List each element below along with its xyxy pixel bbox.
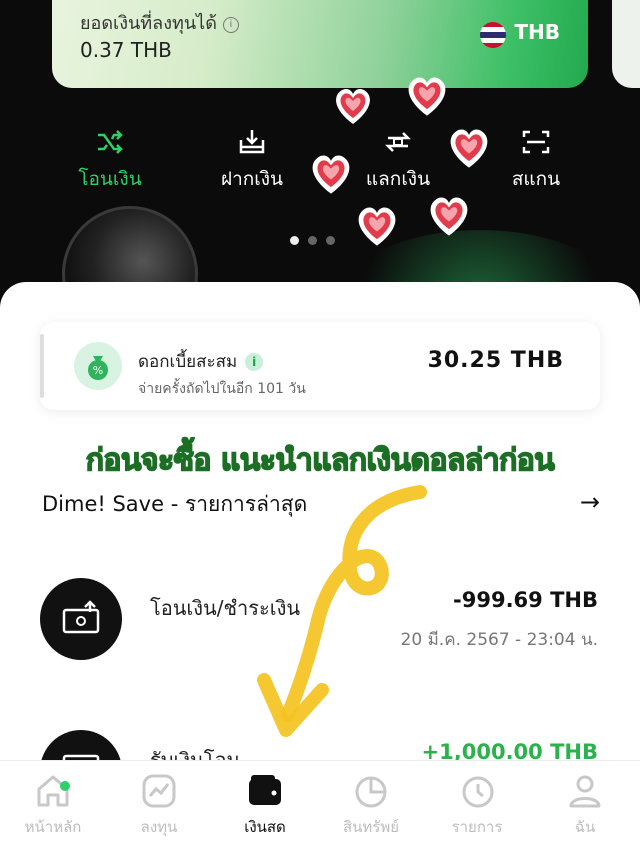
dot-2[interactable] [308,236,317,245]
card-accent-bar [40,334,44,398]
nav-profile-label: ฉัน [574,818,596,836]
currency-code[interactable]: THB [514,20,560,44]
balance-label-text: ยอดเงินที่ลงทุนได้ [80,13,217,34]
scan-icon [522,130,550,154]
carousel-dots[interactable] [290,230,344,249]
home-icon [37,775,69,807]
heart-sticker-icon [312,155,350,194]
action-scan-label: สแกน [511,168,561,190]
annotation-arrow-icon [257,485,427,737]
action-exchange[interactable]: แลกเงิน [343,128,453,194]
dot-1[interactable] [290,236,299,245]
arrow-right-icon[interactable]: → [580,488,600,516]
nav-assets-label: สินทรัพย์ [342,818,400,836]
action-deposit-label: ฝากเงิน [220,168,284,190]
info-icon[interactable]: i [222,17,239,33]
balance-card[interactable]: ยอดเงินที่ลงทุนได้ i 0.37 THB THB [52,0,588,88]
history-icon [462,776,494,808]
nav-invest-label: ลงทุน [140,818,178,836]
interest-title: ดอกเบี้ยสะสม i [138,348,264,375]
overlay-caption: ก่อนจะซื้อ แนะนำแลกเงินดอลล่าก่อน [85,442,556,479]
transfer-out-icon [40,578,122,660]
balance-amount: 0.37 THB [80,38,172,62]
bottom-nav: หน้าหลัก ลงทุน เงินสด สินทรัพย์ รายการ ฉ… [0,760,640,854]
heart-sticker-icon [358,207,396,246]
balance-label: ยอดเงินที่ลงทุนได้ i [80,8,239,37]
thai-flag-icon [480,22,506,48]
transaction-date: 20 มี.ค. 2567 - 23:04 น. [400,630,598,650]
money-bag-icon: % [74,342,122,390]
accrued-interest-card[interactable]: % ดอกเบี้ยสะสม i จ่ายครั้งถัดไปในอีก 101 … [40,322,600,410]
next-card-peek[interactable] [612,0,640,88]
action-exchange-label: แลกเงิน [365,168,431,190]
svg-text:%: % [93,364,103,377]
shuffle-icon [98,130,123,154]
wallet-icon [249,775,281,805]
nav-history[interactable]: รายการ [424,771,530,839]
dot-3[interactable] [326,236,335,245]
heart-sticker-icon [430,197,468,236]
action-transfer-label: โอนเงิน [78,168,142,190]
transaction-amount: -999.69 THB [453,588,598,612]
interest-title-text: ดอกเบี้ยสะสม [138,352,238,372]
exchange-icon [384,132,412,152]
assets-icon [355,776,387,808]
heart-sticker-icon [450,129,488,168]
nav-home-label: หน้าหลัก [24,818,82,836]
interest-amount: 30.25 THB [427,348,564,373]
nav-invest[interactable]: ลงทุน [106,771,212,839]
deposit-icon [239,130,265,154]
action-scan[interactable]: สแกน [481,128,591,194]
nav-profile[interactable]: ฉัน [532,771,638,839]
invest-icon [142,774,176,808]
nav-assets[interactable]: สินทรัพย์ [318,771,424,839]
nav-cash-label: เงินสด [244,818,286,836]
notification-dot [60,781,70,791]
action-deposit[interactable]: ฝากเงิน [197,128,307,194]
nav-history-label: รายการ [451,818,503,836]
heart-sticker-icon [408,77,446,116]
action-transfer[interactable]: โอนเงิน [55,128,165,194]
profile-icon [569,775,601,808]
interest-subtitle: จ่ายครั้งถัดไปในอีก 101 วัน [138,381,306,397]
heart-sticker-icon [336,88,370,124]
info-icon[interactable]: i [245,353,264,371]
nav-home[interactable]: หน้าหลัก [0,771,106,839]
nav-cash[interactable]: เงินสด [212,771,318,839]
